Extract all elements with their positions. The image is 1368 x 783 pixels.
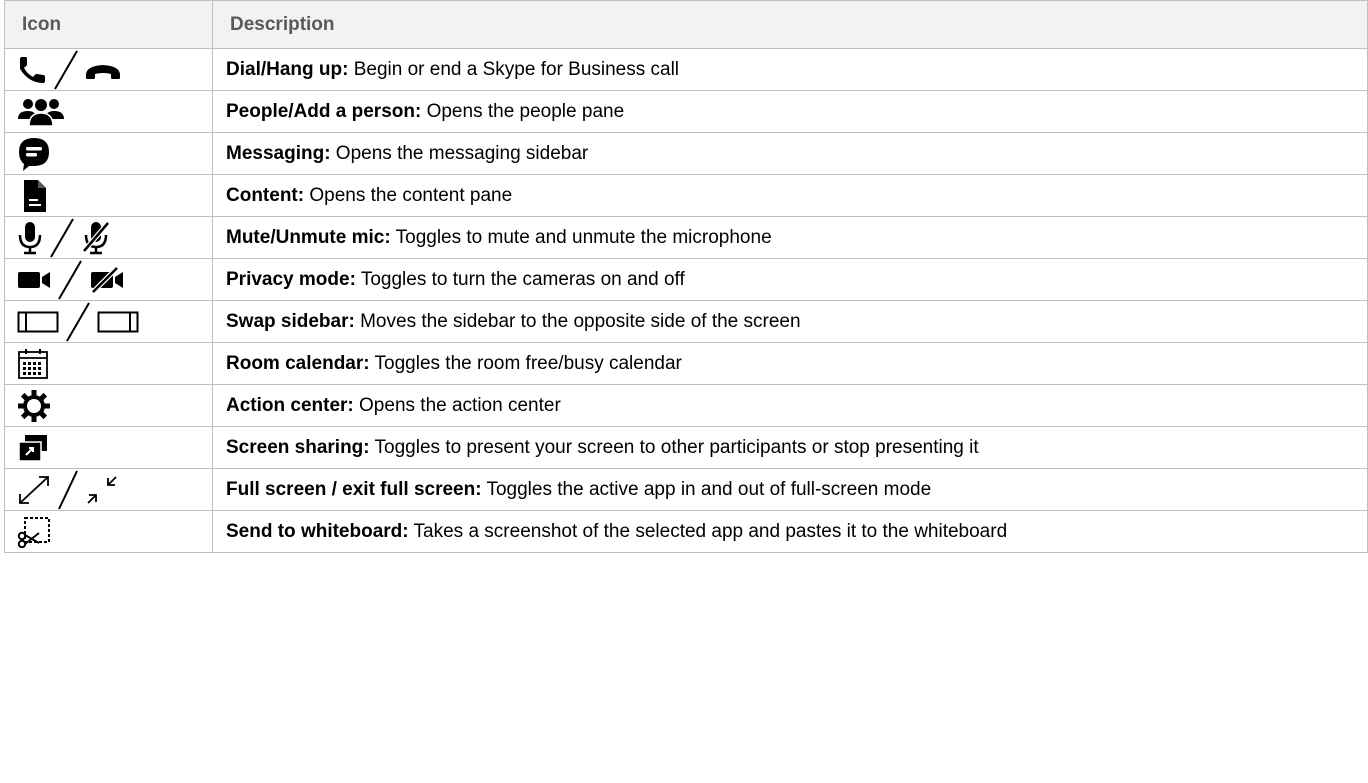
microphone-muted-icon <box>82 220 110 254</box>
table-row: Content: Opens the content pane <box>4 174 1368 217</box>
row-description: Moves the sidebar to the opposite side o… <box>354 310 801 332</box>
icon-reference-table: Icon Description Dial/Hang up: Begin or … <box>4 0 1368 553</box>
row-title: Screen sharing: <box>226 436 370 458</box>
row-title: Action center: <box>226 394 354 416</box>
row-title: Send to whiteboard: <box>226 520 409 542</box>
description-column-header: Description <box>212 0 1368 49</box>
table-row: Send to whiteboard: Takes a screenshot o… <box>4 510 1368 553</box>
hang-up-icon <box>86 64 120 79</box>
camera-off-icon <box>91 266 123 293</box>
slash-separator-icon <box>58 259 82 300</box>
header-row: Icon Description <box>4 0 1368 49</box>
phone-icon <box>20 56 45 83</box>
row-description: Toggles the room free/busy calendar <box>369 352 682 374</box>
row-title: Full screen / exit full screen: <box>226 478 482 500</box>
screen-share-icon <box>18 434 47 462</box>
row-description: Opens the action center <box>353 394 561 416</box>
row-title: Dial/Hang up: <box>226 58 349 80</box>
exit-full-screen-icon <box>87 475 117 504</box>
table-row: Room calendar: Toggles the room free/bus… <box>4 342 1368 385</box>
row-description: Toggles to present your screen to other … <box>369 436 979 458</box>
table-row: Dial/Hang up: Begin or end a Skype for B… <box>4 48 1368 91</box>
row-description: Opens the messaging sidebar <box>330 142 589 164</box>
row-title: Messaging: <box>226 142 331 164</box>
table-row: Screen sharing: Toggles to present your … <box>4 426 1368 469</box>
sidebar-right-icon <box>97 311 139 332</box>
slash-separator-icon <box>50 217 74 258</box>
camera-icon <box>18 271 50 288</box>
row-title: Swap sidebar: <box>226 310 355 332</box>
icon-column-header: Icon <box>4 0 213 49</box>
table-row: Messaging: Opens the messaging sidebar <box>4 132 1368 175</box>
row-title: Privacy mode: <box>226 268 356 290</box>
row-title: Mute/Unmute mic: <box>226 226 391 248</box>
document-icon <box>24 179 46 212</box>
table-row: Mute/Unmute mic: Toggles to mute and unm… <box>4 216 1368 259</box>
slash-separator-icon <box>58 470 78 509</box>
slash-separator-icon <box>66 301 90 342</box>
table-row: Swap sidebar: Moves the sidebar to the o… <box>4 300 1368 343</box>
full-screen-icon <box>19 475 49 504</box>
row-description: Toggles the active app in and out of ful… <box>481 478 932 500</box>
table-row: Full screen / exit full screen: Toggles … <box>4 468 1368 511</box>
snip-to-whiteboard-icon <box>17 516 50 548</box>
row-description: Toggles to mute and unmute the microphon… <box>390 226 772 248</box>
calendar-icon <box>18 348 48 379</box>
row-title: People/Add a person: <box>226 100 422 122</box>
row-description: Opens the people pane <box>421 100 625 122</box>
people-icon <box>18 98 64 127</box>
table-row: People/Add a person: Opens the people pa… <box>4 90 1368 133</box>
sidebar-left-icon <box>17 311 59 332</box>
table-row: Privacy mode: Toggles to turn the camera… <box>4 258 1368 301</box>
row-title: Content: <box>226 184 305 206</box>
message-bubble-icon <box>19 137 49 171</box>
row-description: Takes a screenshot of the selected app a… <box>408 520 1008 542</box>
row-title: Room calendar: <box>226 352 370 374</box>
row-description: Toggles to turn the cameras on and off <box>355 268 685 290</box>
row-description: Begin or end a Skype for Business call <box>348 58 680 80</box>
microphone-icon <box>18 221 42 254</box>
row-description: Opens the content pane <box>304 184 513 206</box>
gear-icon <box>18 389 50 422</box>
slash-separator-icon <box>54 49 78 90</box>
table-row: Action center: Opens the action center <box>4 384 1368 427</box>
